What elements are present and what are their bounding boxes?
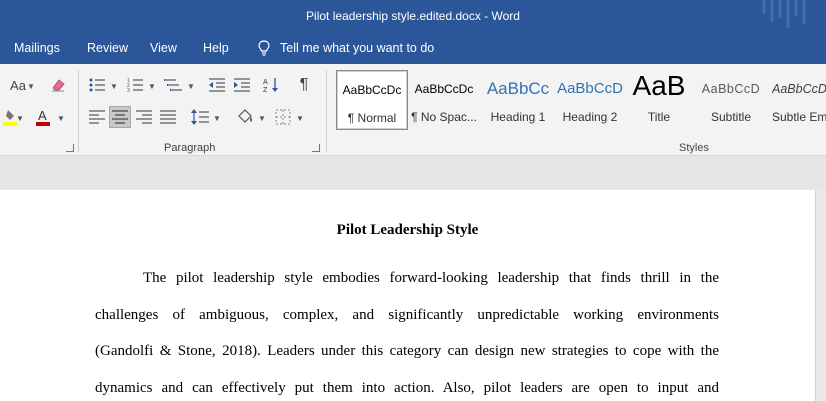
align-left-icon [89, 110, 105, 124]
chevron-down-icon: ▼ [57, 114, 65, 123]
font-size-label: Aa [10, 77, 26, 93]
title-bar-pattern [762, 0, 806, 28]
style-name: Title [647, 110, 671, 124]
chevron-down-icon: ▼ [16, 114, 24, 123]
shading-button[interactable] [234, 106, 256, 128]
chevron-down-icon: ▼ [148, 82, 156, 91]
style-sample: AaBbCcDc [342, 83, 402, 97]
svg-text:A: A [263, 79, 268, 86]
style-no-spacing[interactable]: AaBbCcDc ¶ No Spac... [408, 70, 480, 130]
style-name: Subtitle [710, 110, 752, 124]
style-sample: AaBbCcD [557, 80, 623, 97]
styles-gallery: AaBbCcDc ¶ Normal AaBbCcDc ¶ No Spac... … [332, 70, 826, 132]
title-bar: Pilot leadership style.edited.docx - Wor… [0, 0, 826, 32]
style-title[interactable]: AaB Title [623, 70, 695, 130]
decrease-indent-button[interactable] [206, 74, 228, 96]
document-page[interactable]: Pilot Leadership Style The pilot leaders… [0, 190, 815, 401]
numbering-button[interactable]: 123 [124, 74, 146, 96]
style-sample: AaBbCcD [701, 82, 761, 96]
sort-button[interactable]: A Z [260, 74, 282, 96]
tab-view[interactable]: View [150, 41, 177, 55]
window-title: Pilot leadership style.edited.docx - Wor… [306, 9, 520, 23]
group-separator [78, 70, 79, 152]
paragraph-line: (Gandolfi & Stone, 2018). Leaders under … [95, 343, 719, 359]
ribbon: Aa ▼ ▼ A ▼ ▼ 123 ▼ ▼ A Z ¶ ▼ ▼ ▼ Paragra… [0, 64, 826, 156]
align-right-button[interactable] [133, 106, 155, 128]
svg-text:A: A [38, 108, 47, 123]
font-dialog-launcher[interactable] [66, 144, 74, 152]
style-subtle-emphasis[interactable]: AaBbCcD Subtle Em... [768, 70, 826, 130]
align-center-button[interactable] [109, 106, 131, 128]
font-color-icon: A [36, 108, 50, 126]
style-heading-2[interactable]: AaBbCcD Heading 2 [554, 70, 626, 130]
tab-review[interactable]: Review [87, 41, 128, 55]
group-separator [326, 70, 327, 152]
numbered-list-icon: 123 [127, 78, 143, 92]
style-subtitle[interactable]: AaBbCcD Subtitle [695, 70, 767, 130]
paragraph-line: challenges of ambiguous, complex, and si… [95, 307, 719, 323]
svg-text:Z: Z [263, 87, 268, 93]
align-center-icon [112, 110, 128, 124]
clear-formatting-button[interactable] [47, 74, 69, 96]
document-canvas-background [0, 156, 826, 190]
style-normal[interactable]: AaBbCcDc ¶ Normal [336, 70, 408, 130]
line-spacing-icon [191, 109, 209, 125]
pilcrow-icon: ¶ [299, 76, 309, 93]
lightbulb-icon [258, 40, 270, 56]
ribbon-tab-bar: Mailings Review View Help Tell me what y… [0, 32, 826, 64]
increase-indent-button[interactable] [231, 74, 253, 96]
borders-icon [275, 109, 291, 125]
paragraph-line: The pilot leadership style embodies forw… [143, 270, 719, 286]
tell-me-placeholder: Tell me what you want to do [280, 41, 435, 55]
style-sample: AaB [632, 70, 686, 101]
decrease-indent-icon [209, 78, 225, 92]
chevron-down-icon: ▼ [296, 114, 304, 123]
chevron-down-icon: ▼ [213, 114, 221, 123]
tab-mailings[interactable]: Mailings [14, 41, 60, 55]
chevron-down-icon: ▼ [110, 82, 118, 91]
align-left-button[interactable] [86, 106, 108, 128]
justify-button[interactable] [157, 106, 179, 128]
style-sample: AaBbCcDc [414, 82, 474, 96]
bullets-button[interactable] [86, 74, 108, 96]
paint-bucket-icon [238, 109, 252, 123]
style-heading-1[interactable]: AaBbCc Heading 1 [482, 70, 554, 130]
style-name: Subtle Em... [772, 110, 826, 124]
borders-button[interactable] [272, 106, 294, 128]
chevron-down-icon: ▼ [187, 82, 195, 91]
chevron-down-icon: ▼ [27, 82, 35, 91]
style-sample: AaBbCcD [772, 82, 826, 96]
font-color-button[interactable]: A [32, 106, 54, 128]
styles-group-label: Styles [679, 142, 709, 154]
style-name: ¶ Normal [347, 111, 397, 125]
style-name: Heading 2 [562, 110, 618, 124]
increase-indent-icon [234, 78, 250, 92]
multilevel-list-button[interactable] [162, 74, 184, 96]
sort-icon: A Z [263, 78, 278, 93]
eraser-icon [52, 79, 65, 92]
paragraph-line: dynamics and can effectively put them in… [95, 380, 719, 396]
bullet-list-icon [89, 78, 105, 92]
vertical-scrollbar[interactable] [815, 190, 826, 401]
svg-text:3: 3 [127, 88, 130, 92]
tab-help[interactable]: Help [203, 41, 229, 55]
document-heading: Pilot Leadership Style [336, 222, 479, 238]
style-name: Heading 1 [490, 110, 546, 124]
paragraph-group-label: Paragraph [164, 142, 216, 154]
multilevel-list-icon [164, 79, 182, 91]
chevron-down-icon: ▼ [258, 114, 266, 123]
paragraph-dialog-launcher[interactable] [312, 144, 320, 152]
line-spacing-button[interactable] [189, 106, 211, 128]
style-name: ¶ No Spac... [411, 110, 477, 124]
style-sample: AaBbCc [486, 79, 550, 98]
align-right-icon [136, 110, 152, 124]
show-formatting-marks-button[interactable]: ¶ [293, 74, 315, 96]
tell-me-search[interactable]: Tell me what you want to do [258, 37, 434, 59]
justify-icon [160, 110, 176, 124]
